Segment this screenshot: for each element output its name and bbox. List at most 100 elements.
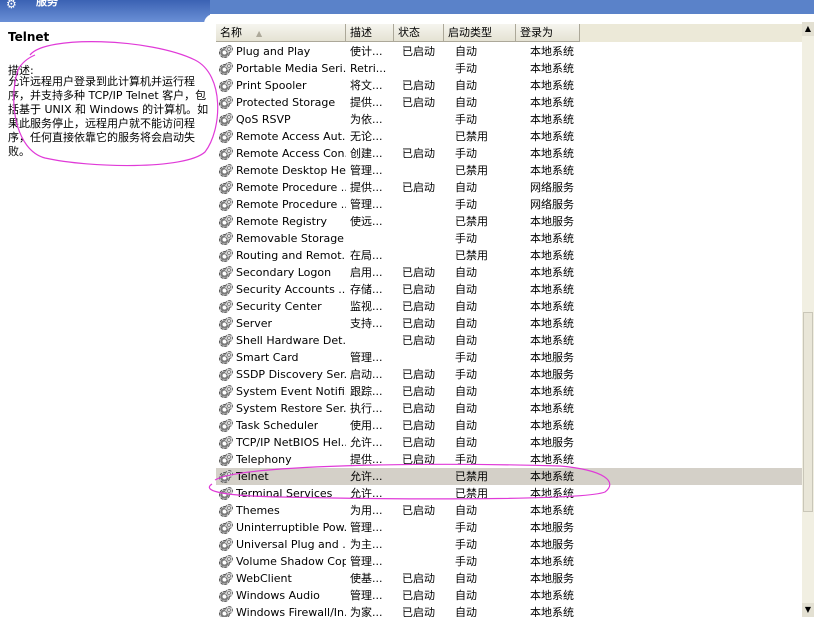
service-row[interactable]: Telnet 允许... 已禁用 本地系统 [216, 468, 802, 485]
service-logon-as: 本地系统 [530, 555, 574, 568]
service-startup-type: 已禁用 [455, 215, 488, 228]
service-name-cell: Themes [216, 502, 346, 519]
service-startup-type: 自动 [455, 402, 477, 415]
scroll-down-arrow-icon[interactable]: ▼ [802, 603, 814, 617]
service-status [398, 111, 451, 128]
service-row[interactable]: Remote Procedure ... 管理... 手动 网络服务 [216, 196, 802, 213]
service-name-cell: TCP/IP NetBIOS Hel... [216, 434, 346, 451]
service-startup-type: 手动 [455, 113, 477, 126]
service-row[interactable]: Security Accounts ... 存储... 已启动 自动 本地系统 [216, 281, 802, 298]
service-name: Security Accounts ... [236, 283, 346, 296]
service-name: Windows Audio [236, 589, 320, 602]
service-gear-icon [219, 401, 233, 416]
service-row[interactable]: Remote Procedure ... 提供... 已启动 自动 网络服务 [216, 179, 802, 196]
column-header-name[interactable]: 名称 ▲ [216, 24, 346, 42]
service-name-cell: Remote Registry [216, 213, 346, 230]
service-row[interactable]: Smart Card 管理... 手动 本地服务 [216, 349, 802, 366]
service-name-cell: Remote Desktop He... [216, 162, 346, 179]
service-startup-type: 已禁用 [455, 487, 488, 500]
service-row[interactable]: System Restore Ser... 执行... 已启动 自动 本地系统 [216, 400, 802, 417]
service-row[interactable]: Remote Access Aut... 无论... 已禁用 本地系统 [216, 128, 802, 145]
service-row[interactable]: Windows Firewall/In... 为家... 已启动 自动 本地系统 [216, 604, 802, 617]
service-row[interactable]: Themes 为用... 已启动 自动 本地系统 [216, 502, 802, 519]
service-row[interactable]: Remote Registry 使远... 已禁用 本地服务 [216, 213, 802, 230]
service-name-cell: Portable Media Seri... [216, 60, 346, 77]
service-name: Server [236, 317, 273, 330]
service-row[interactable]: TCP/IP NetBIOS Hel... 允许... 已启动 自动 本地服务 [216, 434, 802, 451]
service-row[interactable]: Universal Plug and ... 为主... 手动 本地服务 [216, 536, 802, 553]
service-row[interactable]: QoS RSVP 为依... 手动 本地系统 [216, 111, 802, 128]
service-row[interactable]: Security Center 监视... 已启动 自动 本地系统 [216, 298, 802, 315]
service-row[interactable]: System Event Notifi... 跟踪... 已启动 自动 本地系统 [216, 383, 802, 400]
service-gear-icon [219, 333, 233, 348]
service-name-cell: System Event Notifi... [216, 383, 346, 400]
service-startup-type: 自动 [455, 300, 477, 313]
service-name-cell: Universal Plug and ... [216, 536, 346, 553]
service-row[interactable]: SSDP Discovery Ser... 启动... 已启动 手动 本地服务 [216, 366, 802, 383]
service-name: Universal Plug and ... [236, 538, 346, 551]
service-logon-as: 本地服务 [530, 215, 574, 228]
service-name: WebClient [236, 572, 292, 585]
service-row[interactable]: Portable Media Seri... Retri... 手动 本地系统 [216, 60, 802, 77]
scroll-up-arrow-icon[interactable]: ▲ [802, 22, 814, 36]
service-name-cell: Remote Procedure ... [216, 196, 346, 213]
service-name-cell: Security Center [216, 298, 346, 315]
service-startup-type: 手动 [455, 538, 477, 551]
service-status: 已启动 [402, 504, 435, 517]
column-header-logon-as[interactable]: 登录为 [516, 24, 580, 42]
service-description [346, 230, 398, 247]
service-name: Routing and Remot... [236, 249, 346, 262]
service-gear-icon [219, 503, 233, 518]
scrollbar-thumb[interactable] [803, 312, 813, 512]
service-status: 已启动 [402, 436, 435, 449]
service-name-cell: Remote Access Con... [216, 145, 346, 162]
service-row[interactable]: Windows Audio 管理... 已启动 自动 本地系统 [216, 587, 802, 604]
service-row[interactable]: Remote Desktop He... 管理... 已禁用 本地系统 [216, 162, 802, 179]
service-row[interactable]: Shell Hardware Det... 已启动 自动 本地系统 [216, 332, 802, 349]
service-row[interactable]: Volume Shadow Copy 管理... 手动 本地系统 [216, 553, 802, 570]
service-status: 已启动 [402, 572, 435, 585]
service-startup-type: 自动 [455, 572, 477, 585]
service-row[interactable]: Print Spooler 将文... 已启动 自动 本地系统 [216, 77, 802, 94]
service-row[interactable]: Telephony 提供... 已启动 手动 本地系统 [216, 451, 802, 468]
service-row[interactable]: Uninterruptible Pow... 管理... 手动 本地服务 [216, 519, 802, 536]
service-name: Task Scheduler [236, 419, 319, 432]
service-name: Remote Procedure ... [236, 198, 346, 211]
service-logon-as: 本地服务 [530, 538, 574, 551]
service-description: 管理... [350, 521, 383, 534]
service-logon-as: 本地系统 [530, 487, 574, 500]
service-logon-as: 本地系统 [530, 96, 574, 109]
service-row[interactable]: Secondary Logon 启用... 已启动 自动 本地系统 [216, 264, 802, 281]
service-row[interactable]: Server 支持... 已启动 自动 本地系统 [216, 315, 802, 332]
service-status: 已启动 [402, 96, 435, 109]
service-status: 已启动 [402, 368, 435, 381]
services-list[interactable]: 名称 ▲ 描述 状态 启动类型 登录为 Plug and Play 使计... 已启动… [216, 22, 802, 617]
service-row[interactable]: Routing and Remot... 在局... 已禁用 本地系统 [216, 247, 802, 264]
column-header-status[interactable]: 状态 [394, 24, 444, 42]
service-row[interactable]: Task Scheduler 使用... 已启动 自动 本地系统 [216, 417, 802, 434]
service-row[interactable]: Protected Storage 提供... 已启动 自动 本地系统 [216, 94, 802, 111]
service-row[interactable]: Terminal Services 允许... 已禁用 本地系统 [216, 485, 802, 502]
service-status: 已启动 [402, 300, 435, 313]
service-name-cell: Windows Firewall/In... [216, 604, 346, 617]
service-startup-type: 自动 [455, 419, 477, 432]
service-name: Windows Firewall/In... [236, 606, 346, 617]
service-row[interactable]: WebClient 使基... 已启动 自动 本地服务 [216, 570, 802, 587]
vertical-scrollbar[interactable]: ▲ ▼ [802, 22, 814, 617]
service-name-cell: Task Scheduler [216, 417, 346, 434]
column-header-description[interactable]: 描述 [346, 24, 394, 42]
service-gear-icon [219, 469, 233, 484]
service-name-cell: Volume Shadow Copy [216, 553, 346, 570]
service-name-cell: Telnet [216, 468, 346, 485]
service-row[interactable]: Removable Storage 手动 本地系统 [216, 230, 802, 247]
service-logon-as: 本地服务 [530, 368, 574, 381]
service-name-cell: Secondary Logon [216, 264, 346, 281]
service-row[interactable]: Plug and Play 使计... 已启动 自动 本地系统 [216, 43, 802, 60]
service-description: 管理... [350, 555, 383, 568]
column-header-startup-type[interactable]: 启动类型 [444, 24, 516, 42]
service-row[interactable]: Remote Access Con... 创建... 已启动 手动 本地系统 [216, 145, 802, 162]
service-description: 允许... [350, 436, 383, 449]
service-gear-icon [219, 350, 233, 365]
service-description: 在局... [350, 249, 383, 262]
service-logon-as: 本地服务 [530, 351, 574, 364]
